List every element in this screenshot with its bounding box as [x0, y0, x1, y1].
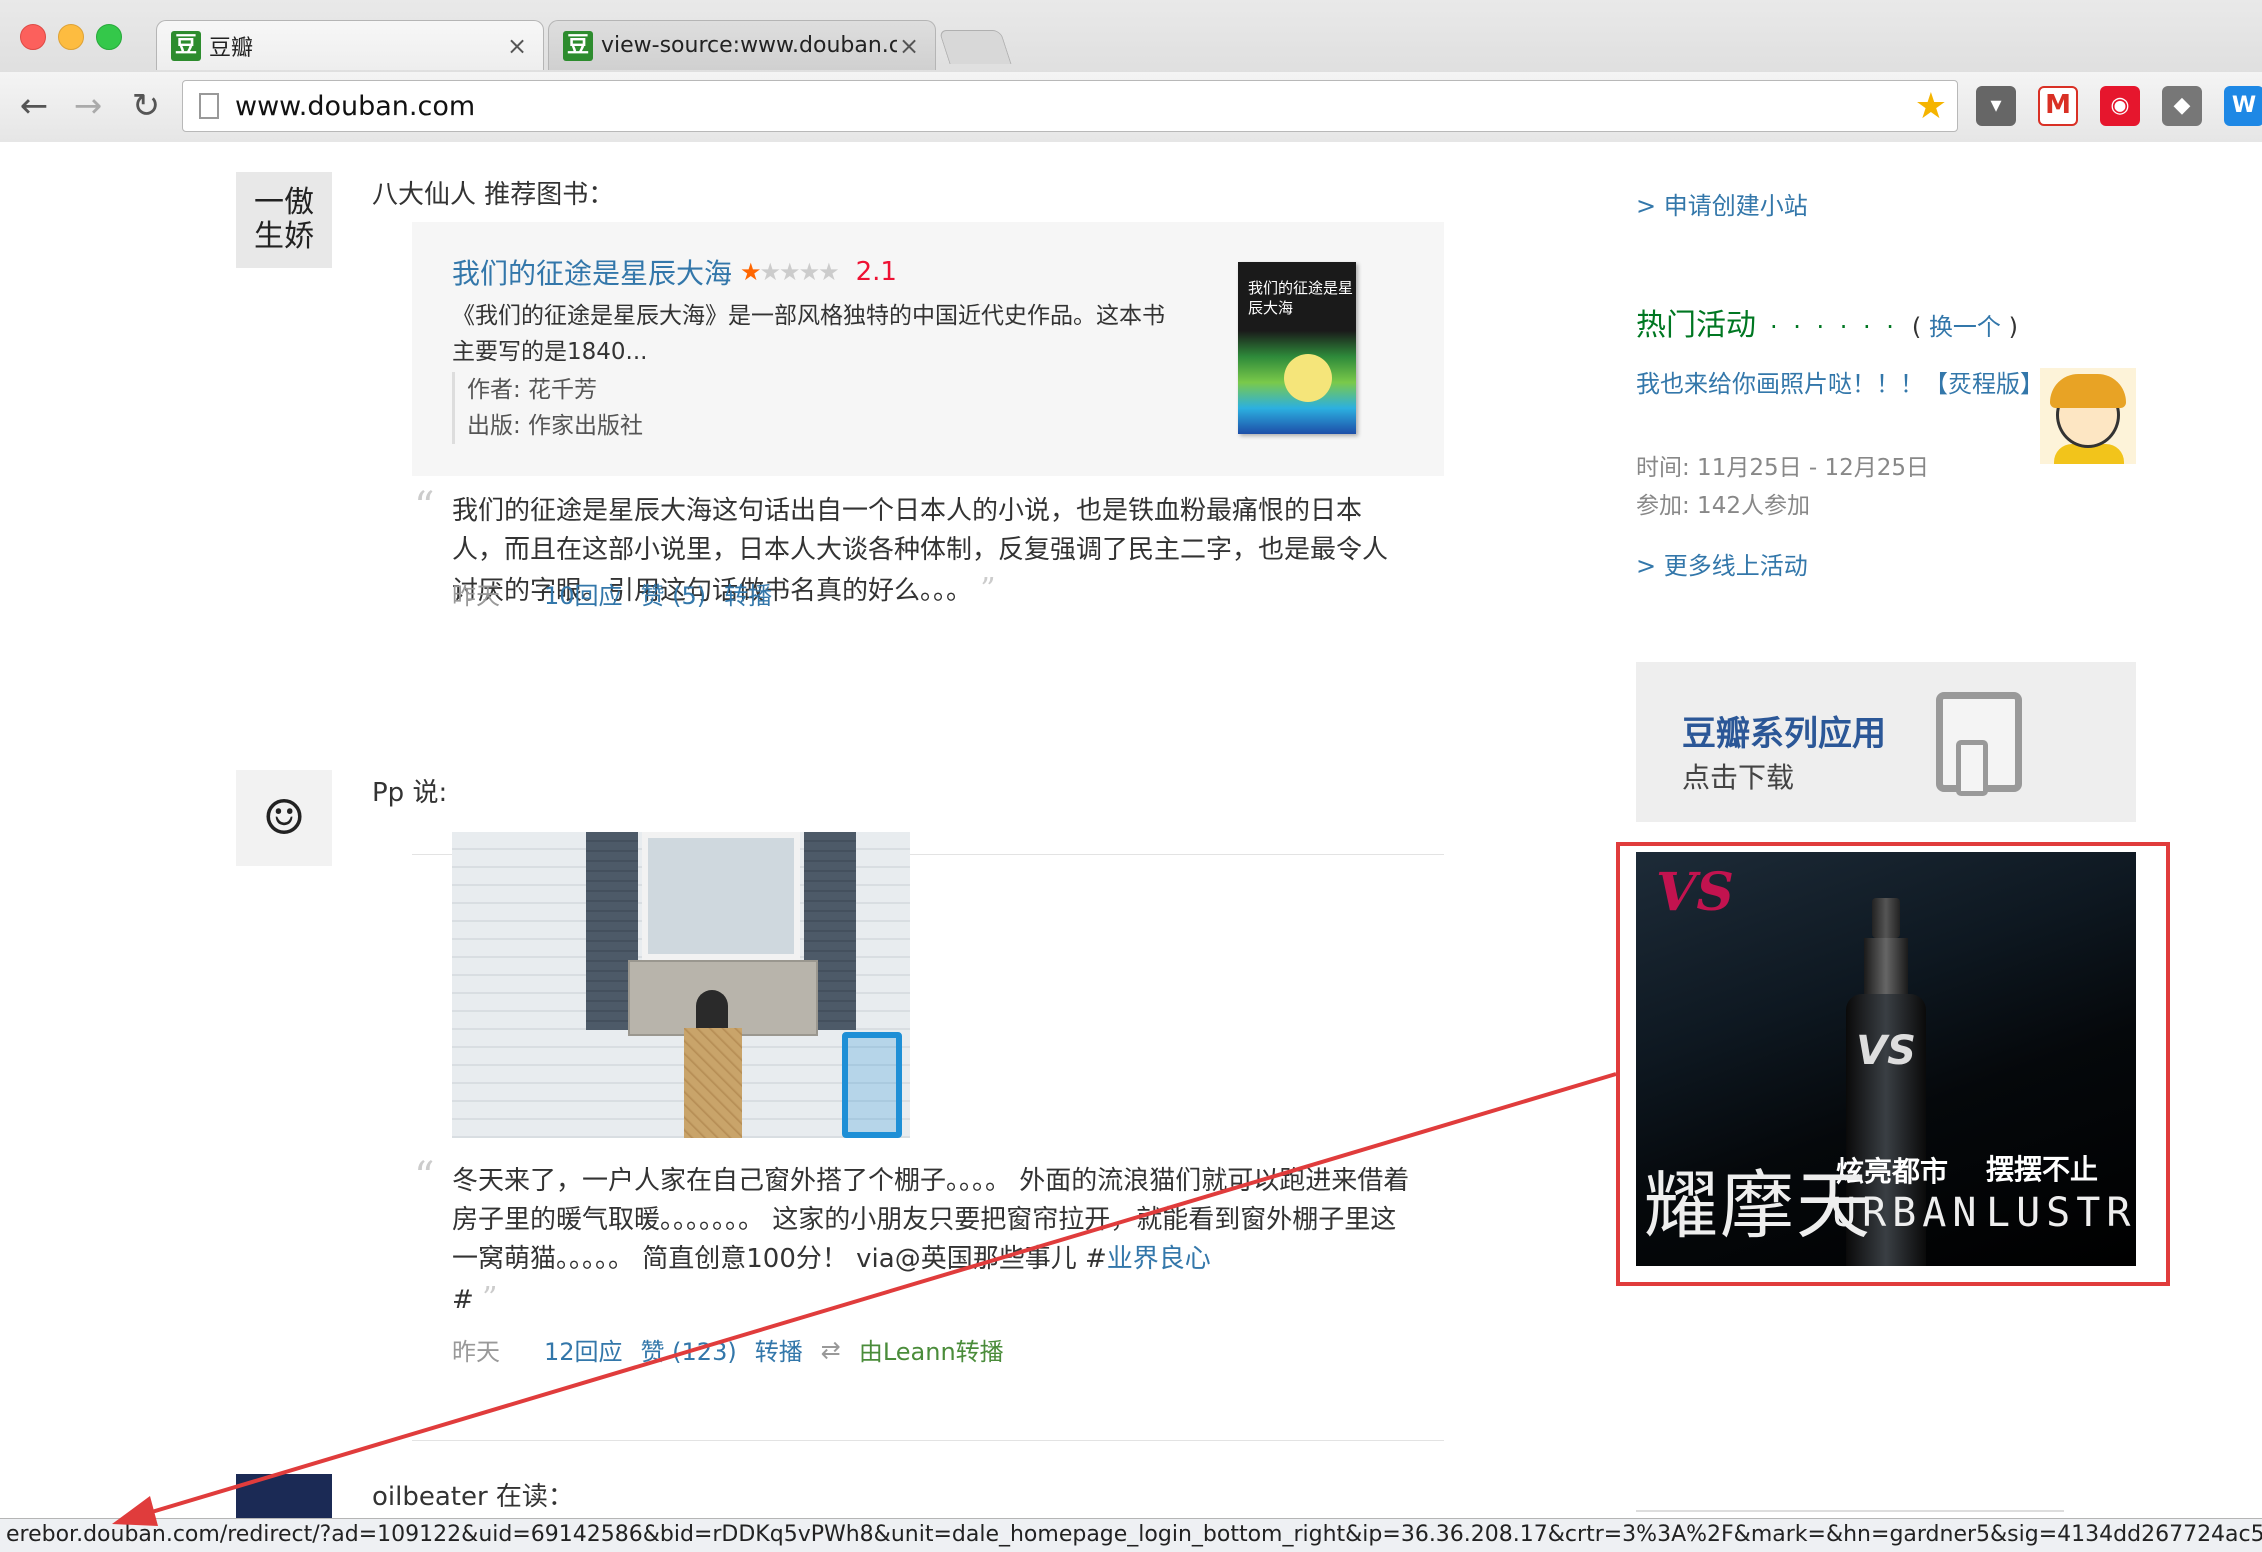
avatar[interactable]: 一傲 生娇 — [236, 172, 332, 268]
rating-score: 2.1 — [855, 257, 897, 287]
status-bar-url: erebor.douban.com/redirect/?ad=109122&ui… — [0, 1518, 2262, 1552]
more-events-link[interactable]: > 更多线上活动 — [1636, 546, 1808, 581]
book-publisher: 出版: 作家出版社 — [467, 413, 644, 439]
like-link[interactable]: 赞 (5) — [641, 576, 707, 611]
feed-header: Pp 说: — [372, 778, 448, 808]
open-quote-icon: “ — [414, 484, 435, 530]
book-meta: 作者: 花千芳 出版: 作家出版社 — [452, 372, 643, 444]
gmail-icon[interactable]: M — [2038, 86, 2078, 126]
feed-divider — [412, 1440, 1444, 1441]
window — [642, 832, 800, 960]
status-photo[interactable] — [452, 832, 910, 1138]
close-quote-icon: ” — [980, 572, 996, 607]
action-bar: 昨天 12回应 赞 (123) 转播 ⇄ 由Leann转播 — [452, 1332, 1004, 1367]
avatar[interactable]: ☺ — [236, 770, 332, 866]
new-tab-button[interactable] — [938, 30, 1012, 64]
event-time: 时间: 11月25日 - 12月25日 — [1636, 455, 1930, 481]
cat-icon — [696, 990, 728, 1030]
weibo-icon[interactable]: ◉ — [2100, 86, 2140, 126]
w-icon[interactable]: W — [2224, 86, 2262, 126]
like-link[interactable]: 赞 (123) — [641, 1332, 737, 1367]
book-author: 作者: 花千芳 — [467, 377, 598, 403]
event-title-link[interactable]: 我也来给你画照片哒！！！【烎程版】 — [1636, 366, 2046, 402]
ad-english-1: URBAN — [1832, 1190, 1983, 1236]
sidebar-divider — [1636, 1510, 2064, 1512]
wooden-ramp — [684, 1028, 742, 1138]
status-quote: “ 冬天来了，一户人家在自己窗外搭了个棚子。。。。 外面的流浪猫们就可以跑进来借… — [414, 1154, 1410, 1316]
tab-close-icon[interactable]: × — [505, 32, 529, 60]
reshare-link[interactable]: 转播 — [724, 576, 772, 611]
reshared-by-link[interactable]: 由Leann转播 — [859, 1332, 1004, 1367]
open-quote-icon: “ — [414, 1154, 435, 1200]
feed-header: oilbeater 在读： — [372, 1482, 574, 1512]
hot-events-title: 热门活动 — [1636, 308, 1756, 343]
minimize-window-button[interactable] — [58, 24, 84, 50]
tab-douban[interactable]: 豆 豆瓣 × — [156, 20, 544, 70]
url-text[interactable]: www.douban.com — [235, 91, 1915, 122]
douban-favicon-icon: 豆 — [563, 30, 593, 61]
reshare-link[interactable]: 转播 — [755, 1332, 803, 1367]
back-arrow-icon[interactable]: ← — [14, 86, 54, 126]
vs-sassoon-ad[interactable]: VS VS 炫亮都市 摆摆不止 耀摩天 URBAN LUSTRE — [1636, 852, 2136, 1266]
vs-logo-icon: VS — [1656, 862, 1734, 923]
reload-icon[interactable]: ↻ — [126, 86, 166, 126]
douban-apps-banner[interactable]: 豆瓣系列应用 点击下载 — [1636, 662, 2136, 822]
forward-arrow-icon[interactable]: → — [68, 86, 108, 126]
timestamp: 昨天 — [452, 582, 500, 610]
reshare-icon: ⇄ — [820, 1335, 841, 1364]
bookmark-star-icon[interactable]: ★ — [1915, 86, 1947, 127]
zoom-window-button[interactable] — [96, 24, 122, 50]
page-content: 一傲 生娇 八大仙人 推荐图书： 我们的征途是星辰大海 ★★★★★ 2.1 《我… — [0, 142, 2262, 1518]
event-participants: 参加: 142人参加 — [1636, 493, 1810, 519]
apps-download: 点击下载 — [1682, 761, 1795, 794]
hot-events-header: 热门活动 · · · · · · ( 换一个 ) — [1636, 300, 2018, 344]
address-bar[interactable]: www.douban.com ★ — [182, 80, 1958, 132]
apps-title: 豆瓣系列应用 — [1682, 714, 1886, 754]
reply-link[interactable]: 10回应 — [544, 576, 623, 611]
page-icon — [199, 93, 219, 119]
change-event-link[interactable]: 换一个 — [1929, 313, 2001, 341]
book-cover-title: 我们的征途是星辰大海 — [1248, 279, 1354, 317]
tab-title: view-source:www.douban.c — [601, 33, 897, 58]
rating-stars-icon: ★★★★★ — [740, 258, 840, 286]
create-site-link[interactable]: > 申请创建小站 — [1636, 186, 1808, 221]
timestamp: 昨天 — [452, 1338, 500, 1366]
cartoon-avatar-icon: ☺ — [262, 790, 306, 846]
browser-chrome: 豆 豆瓣 × 豆 view-source:www.douban.c × ← → … — [0, 0, 2262, 142]
evernote-icon[interactable]: ◆ — [2162, 86, 2202, 126]
event-thumbnail[interactable] — [2040, 368, 2136, 464]
book-cover-image[interactable]: 我们的征途是星辰大海 — [1238, 262, 1356, 434]
cover-moon — [1284, 354, 1332, 402]
book-title-row: 我们的征途是星辰大海 ★★★★★ 2.1 — [452, 252, 897, 292]
browser-toolbar: ← → ↻ www.douban.com ★ ▾ M ◉ ◆ W — [0, 72, 2262, 142]
hashtag-link[interactable]: 业界良心 — [1107, 1244, 1211, 1274]
feed-header: 八大仙人 推荐图书： — [372, 180, 615, 210]
phone-icon — [1956, 740, 1988, 796]
pocket-icon[interactable]: ▾ — [1976, 86, 2016, 126]
blue-chair — [842, 1032, 902, 1138]
book-title-link[interactable]: 我们的征途是星辰大海 — [452, 252, 732, 292]
book-description: 《我们的征途是星辰大海》是一部风格独特的中国近代史作品。这本书主要写的是1840… — [452, 303, 1165, 365]
tab-view-source[interactable]: 豆 view-source:www.douban.c × — [548, 20, 936, 70]
tab-title: 豆瓣 — [209, 35, 254, 61]
avatar[interactable] — [236, 1474, 332, 1518]
action-bar: 昨天 10回应 赞 (5) 转播 — [452, 576, 772, 611]
ad-english-2: LUSTRE — [1986, 1190, 2136, 1236]
douban-favicon-icon: 豆 — [171, 30, 201, 61]
ad-tagline-2: 摆摆不止 — [1986, 1153, 2099, 1186]
book-card: 我们的征途是星辰大海 ★★★★★ 2.1 《我们的征途是星辰大海》是一部风格独特… — [412, 222, 1444, 476]
reply-link[interactable]: 12回应 — [544, 1332, 623, 1367]
close-window-button[interactable] — [20, 24, 46, 50]
tab-close-icon[interactable]: × — [897, 32, 921, 60]
close-quote-icon: ” — [482, 1281, 498, 1316]
